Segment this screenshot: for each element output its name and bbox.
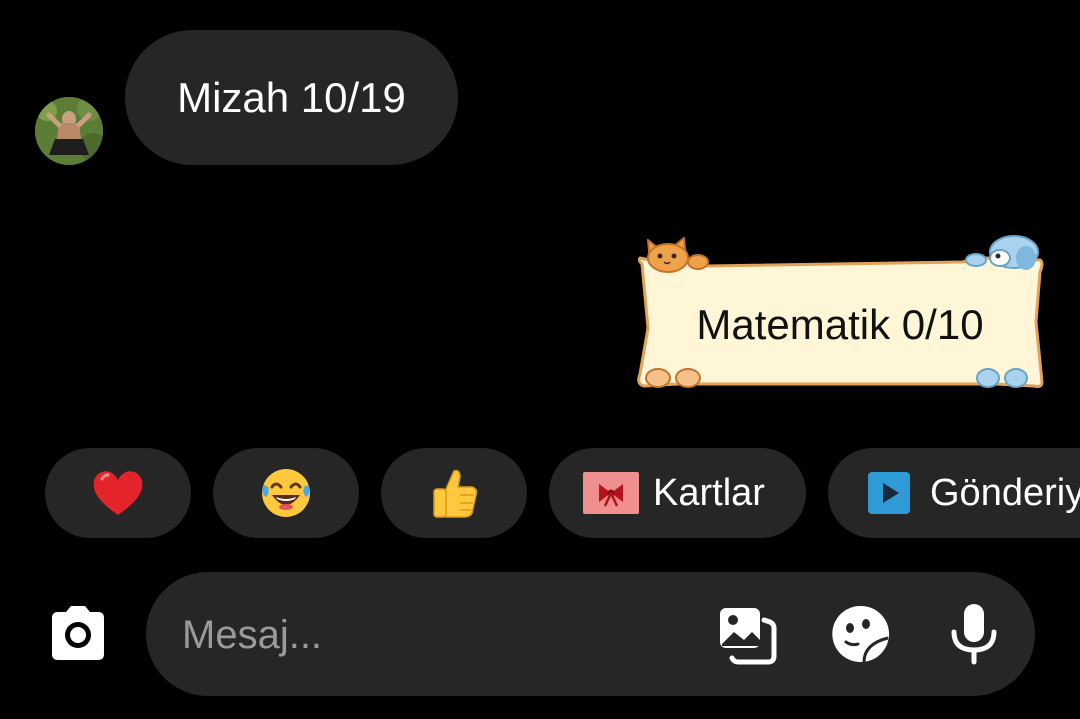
cards-label: Kartlar [653,471,765,514]
gallery-icon [720,608,777,665]
tears-of-joy-icon [262,469,310,517]
outgoing-message-text: Matematik 0/10 [696,301,984,348]
quick-reply-thumbs-up[interactable] [381,448,527,538]
quick-reply-send-post[interactable]: Gönderiyi [828,448,1080,538]
message-input[interactable] [180,572,684,698]
dog-icon [965,235,1039,270]
incoming-message-text: Mizah 10/19 [177,73,406,121]
sender-avatar[interactable] [35,97,103,165]
quick-reply-laugh[interactable] [213,448,359,538]
incoming-message-bubble[interactable]: Mizah 10/19 [125,30,458,165]
play-icon [868,472,910,514]
gallery-button[interactable] [716,602,780,666]
red-heart-icon [93,471,143,515]
gift-card-icon [583,472,639,514]
quick-reply-heart[interactable] [45,448,191,538]
cat-icon [647,237,709,273]
camera-icon [52,606,104,660]
quick-reply-cards[interactable]: Kartlar [549,448,806,538]
microphone-button[interactable] [942,602,1006,666]
camera-button[interactable] [44,604,112,664]
sticker-icon [832,605,890,663]
message-composer [146,572,1035,698]
outgoing-message-bubble[interactable]: Matematik 0/10 [632,232,1048,392]
send-post-label: Gönderiyi [930,471,1080,514]
sticker-button[interactable] [828,602,892,666]
thumbs-up-icon [433,469,478,518]
chat-screen: Mizah 10/19 Matematik 0/10 Kartlar Gönde… [0,0,1080,719]
microphone-icon [951,604,997,665]
